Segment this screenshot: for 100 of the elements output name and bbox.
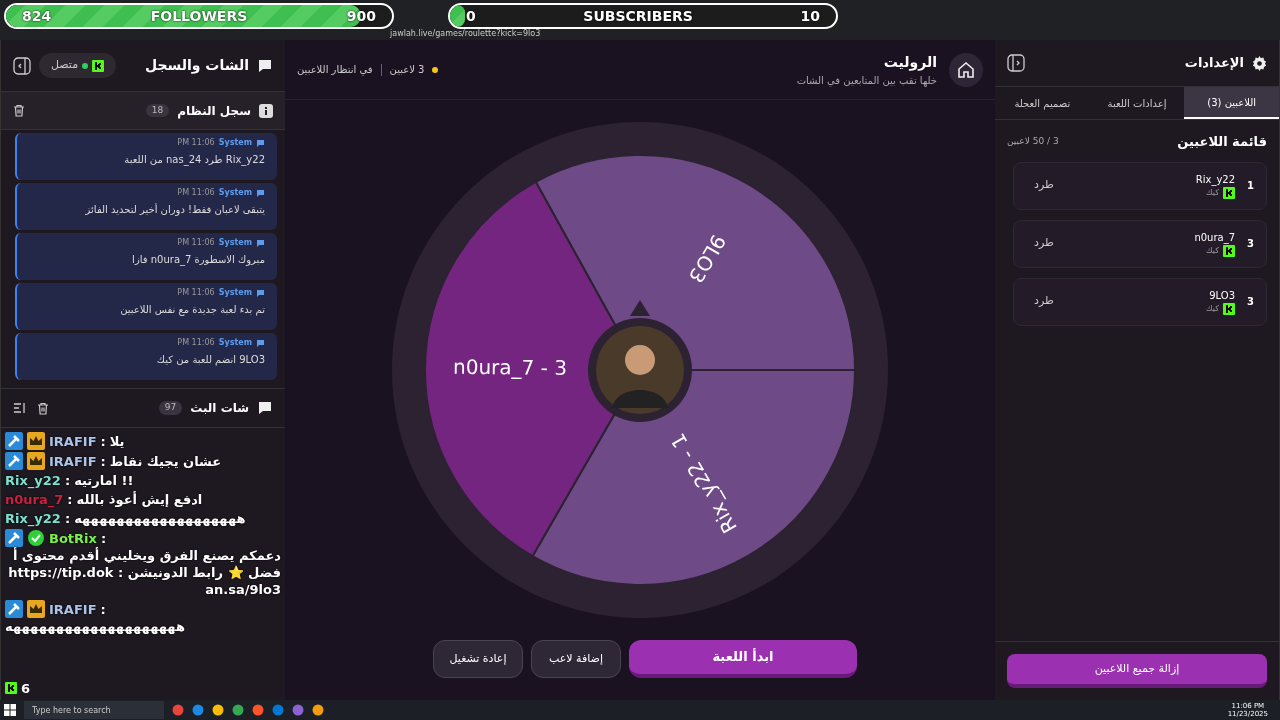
sword-badge-icon	[5, 452, 23, 470]
log-text: يتبقى لاعبان فقط! دوران أخير لتحديد الفائز	[84, 202, 265, 217]
chat-message: !! امارتيه	[74, 472, 134, 489]
player-rank: 3	[1247, 237, 1254, 251]
player-name: n0ura_7	[1193, 231, 1236, 245]
log-text: Rix_y22 طرد nas_24 من اللعبة	[123, 153, 265, 167]
sender-name: System	[218, 287, 252, 299]
message-time: 11:06 PM	[177, 287, 215, 299]
bot-icon	[256, 238, 265, 248]
message-time: 11:06 PM	[177, 137, 215, 149]
trash-icon[interactable]	[13, 104, 25, 117]
sidebar-toggle-icon[interactable]	[13, 56, 31, 75]
address-bar[interactable]: jawlah.live/games/roulette?kick=9lo3	[390, 29, 541, 39]
panel-title: الإعدادات	[1184, 54, 1244, 73]
chat-message: يلا	[109, 432, 125, 450]
platform-label: كيك	[1206, 187, 1220, 199]
chat-message: هههههههههههههههههههه	[74, 510, 246, 527]
crown-badge-icon	[27, 600, 45, 618]
crown-badge-icon	[27, 452, 45, 470]
page-title: الروليت	[882, 52, 937, 73]
bot-icon	[256, 288, 265, 298]
action-button[interactable]: ابدأ اللعبة	[629, 640, 857, 678]
chat-username: IRAFIF	[49, 432, 97, 450]
goal-label: SUBSCRIBERS	[583, 6, 693, 26]
taskbar-app-icon[interactable]	[192, 704, 204, 716]
goal-target: 10	[800, 6, 820, 26]
sidebar-toggle-icon[interactable]	[1007, 54, 1025, 72]
log-text: مبروك الاسطورة n0ura_7 فازا	[131, 253, 265, 267]
chat-message: ادفع إيش أعوذ بالله	[76, 491, 203, 508]
chat-username: IRAFIF	[49, 600, 97, 618]
page-subtitle: خلها تقب بين المتابعين في الشات	[796, 73, 937, 88]
chat-separator: :	[100, 452, 106, 470]
settings-tab[interactable]: اللاعبين (3)	[1184, 87, 1279, 119]
kick-player-button[interactable]: طرد	[1026, 293, 1062, 310]
taskbar-app-icon[interactable]	[232, 704, 244, 716]
taskbar-app-icon[interactable]	[172, 704, 184, 716]
chat-separator: :	[100, 600, 106, 618]
message-time: 11:06 PM	[177, 187, 215, 199]
windows-start-icon[interactable]	[4, 704, 16, 716]
chat-username: IRAFIF	[49, 452, 97, 470]
chat-username: Rix_y22	[5, 510, 61, 527]
viewer-count: 6	[21, 679, 31, 698]
settings-tab[interactable]: إعدادات اللعبة	[1089, 87, 1185, 119]
action-button[interactable]: إضافة لاعب	[531, 640, 621, 678]
kick-player-button[interactable]: طرد	[1026, 235, 1062, 252]
remove-all-button[interactable]: إزالة جميع اللاعبين	[1007, 654, 1267, 688]
sword-badge-icon	[5, 529, 23, 547]
taskbar-app-icon[interactable]	[212, 704, 224, 716]
count-badge: 18	[145, 103, 170, 118]
pointer-icon	[630, 300, 650, 316]
platform-label: كيك	[1206, 245, 1220, 257]
taskbar-app-icon[interactable]	[252, 704, 264, 716]
chat-separator: :	[100, 432, 106, 450]
chat-message: ههههههههههههههههههههه	[5, 618, 185, 635]
kick-logo-icon	[1223, 303, 1236, 315]
game-state: في انتظار اللاعبين	[297, 63, 373, 77]
kick-logo-icon	[1223, 187, 1236, 199]
bot-icon	[256, 338, 265, 348]
filter-icon[interactable]	[13, 402, 25, 414]
kick-logo-icon	[1223, 245, 1236, 257]
section-title: سجل النظام	[177, 102, 251, 120]
verified-badge-icon	[27, 529, 45, 547]
message-time: 11:06 PM	[177, 337, 215, 349]
log-text: 9LO3 انضم للعبة من كيك	[155, 353, 265, 367]
list-count: 3 / 50 لاعبين	[1007, 135, 1059, 148]
goal-current: 0	[466, 6, 476, 26]
sender-name: System	[218, 237, 252, 249]
bot-icon	[256, 188, 265, 198]
chat-separator: :	[64, 510, 71, 527]
connection-label: متصل	[51, 57, 79, 74]
player-name: Rix_y22	[1194, 173, 1236, 187]
kick-player-button[interactable]: طرد	[1026, 177, 1062, 194]
trash-icon[interactable]	[37, 401, 49, 415]
chat-icon	[257, 57, 273, 74]
bot-icon	[256, 138, 265, 148]
sender-name: System	[218, 337, 252, 349]
chat-message: دعمكم يصنع الفرق ويخليني أقدم محتوى أفضل ⭐ رابط الدونيشن : https://tip.dokan.sa/9lo3	[7, 547, 281, 598]
chat-separator: :	[100, 529, 107, 547]
goal-label: FOLLOWERS	[150, 6, 248, 26]
sender-name: System	[218, 137, 252, 149]
chat-separator: :	[67, 491, 73, 508]
players-status: 3 لاعبين	[389, 63, 425, 77]
sender-name: System	[218, 187, 252, 199]
count-badge: 97	[158, 401, 183, 415]
crown-badge-icon	[27, 432, 45, 450]
info-icon	[259, 103, 273, 118]
message-time: 11:06 PM	[177, 237, 215, 249]
home-icon[interactable]	[949, 52, 983, 87]
log-text: تم بدء لعبة جديدة مع نفس اللاعبين	[119, 303, 265, 317]
list-title: قائمة اللاعبين	[1177, 133, 1267, 151]
sword-badge-icon	[5, 432, 23, 450]
taskbar-search-field[interactable]: Type here to search	[24, 701, 164, 719]
taskbar-app-icon[interactable]	[312, 704, 324, 716]
panel-title: الشات والسجل	[144, 56, 249, 76]
action-button[interactable]: إعادة تشغيل	[433, 640, 523, 678]
chat-separator: :	[64, 472, 71, 489]
kick-logo-icon	[92, 59, 105, 72]
chat-icon	[257, 400, 273, 416]
settings-tab[interactable]: تصميم العجلة	[995, 87, 1090, 119]
player-rank: 1	[1247, 179, 1254, 193]
